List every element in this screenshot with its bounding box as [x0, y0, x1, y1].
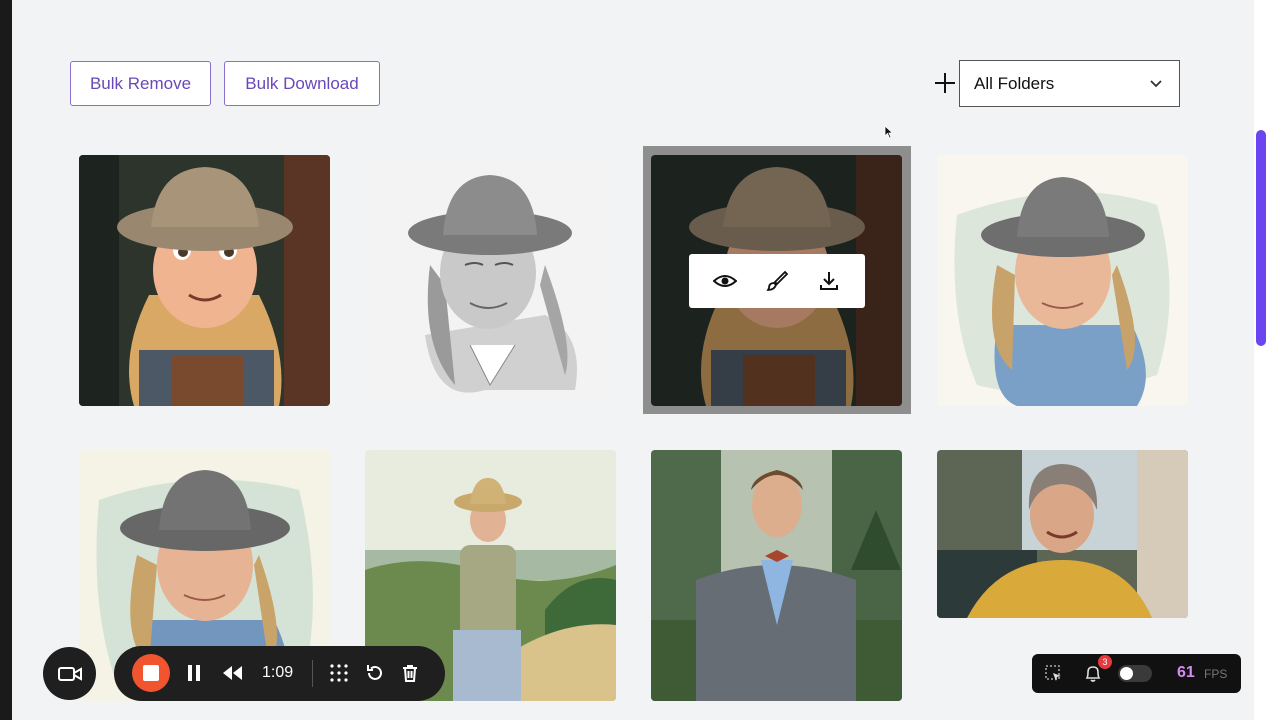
camera-toggle-button[interactable] — [43, 647, 96, 700]
video-camera-icon — [57, 666, 82, 681]
chevron-down-icon — [1150, 80, 1162, 88]
fps-label: FPS — [1204, 667, 1228, 681]
dev-toolbar: 3 61 FPS — [1032, 654, 1241, 693]
stop-icon — [143, 665, 159, 681]
gallery-image-tile[interactable] — [651, 450, 902, 701]
gallery-image-tile[interactable] — [365, 155, 616, 406]
portrait-image — [937, 155, 1188, 406]
portrait-image — [79, 155, 330, 406]
brush-icon[interactable] — [765, 269, 789, 293]
folder-select-value: All Folders — [974, 73, 1055, 93]
notification-badge: 3 — [1098, 655, 1112, 669]
portrait-photo — [937, 450, 1188, 618]
scrollbar-track[interactable] — [1254, 0, 1280, 720]
mouse-cursor-icon — [884, 125, 894, 139]
bulk-remove-button[interactable]: Bulk Remove — [70, 61, 211, 106]
portrait-image — [365, 155, 616, 406]
toggle-switch[interactable] — [1118, 665, 1152, 682]
recording-timer: 1:09 — [262, 664, 294, 681]
image-action-toolbar — [689, 254, 865, 308]
recording-control-bar: 1:09 — [114, 646, 445, 701]
scrollbar-thumb[interactable] — [1256, 130, 1266, 346]
bulk-download-button[interactable]: Bulk Download — [224, 61, 380, 106]
download-icon[interactable] — [817, 269, 841, 293]
portrait-photo — [651, 450, 902, 701]
plus-icon[interactable] — [934, 72, 956, 94]
gallery-image-tile[interactable] — [937, 155, 1188, 406]
toggle-knob — [1120, 667, 1133, 680]
pause-icon[interactable] — [186, 663, 202, 683]
rewind-icon[interactable] — [221, 663, 243, 683]
fps-value: 61 — [1177, 664, 1195, 681]
gallery-image-tile[interactable] — [79, 155, 330, 406]
folder-select[interactable]: All Folders — [959, 60, 1180, 107]
grid-dots-icon[interactable] — [329, 663, 349, 683]
main-page: Bulk Remove Bulk Download All Folders — [12, 0, 1254, 720]
restart-icon[interactable] — [365, 663, 385, 683]
divider — [312, 660, 313, 687]
trash-icon[interactable] — [400, 663, 420, 683]
gallery-image-tile[interactable] — [937, 450, 1188, 618]
select-element-icon[interactable] — [1045, 665, 1063, 683]
eye-icon[interactable] — [713, 269, 737, 293]
stop-recording-button[interactable] — [132, 654, 170, 692]
